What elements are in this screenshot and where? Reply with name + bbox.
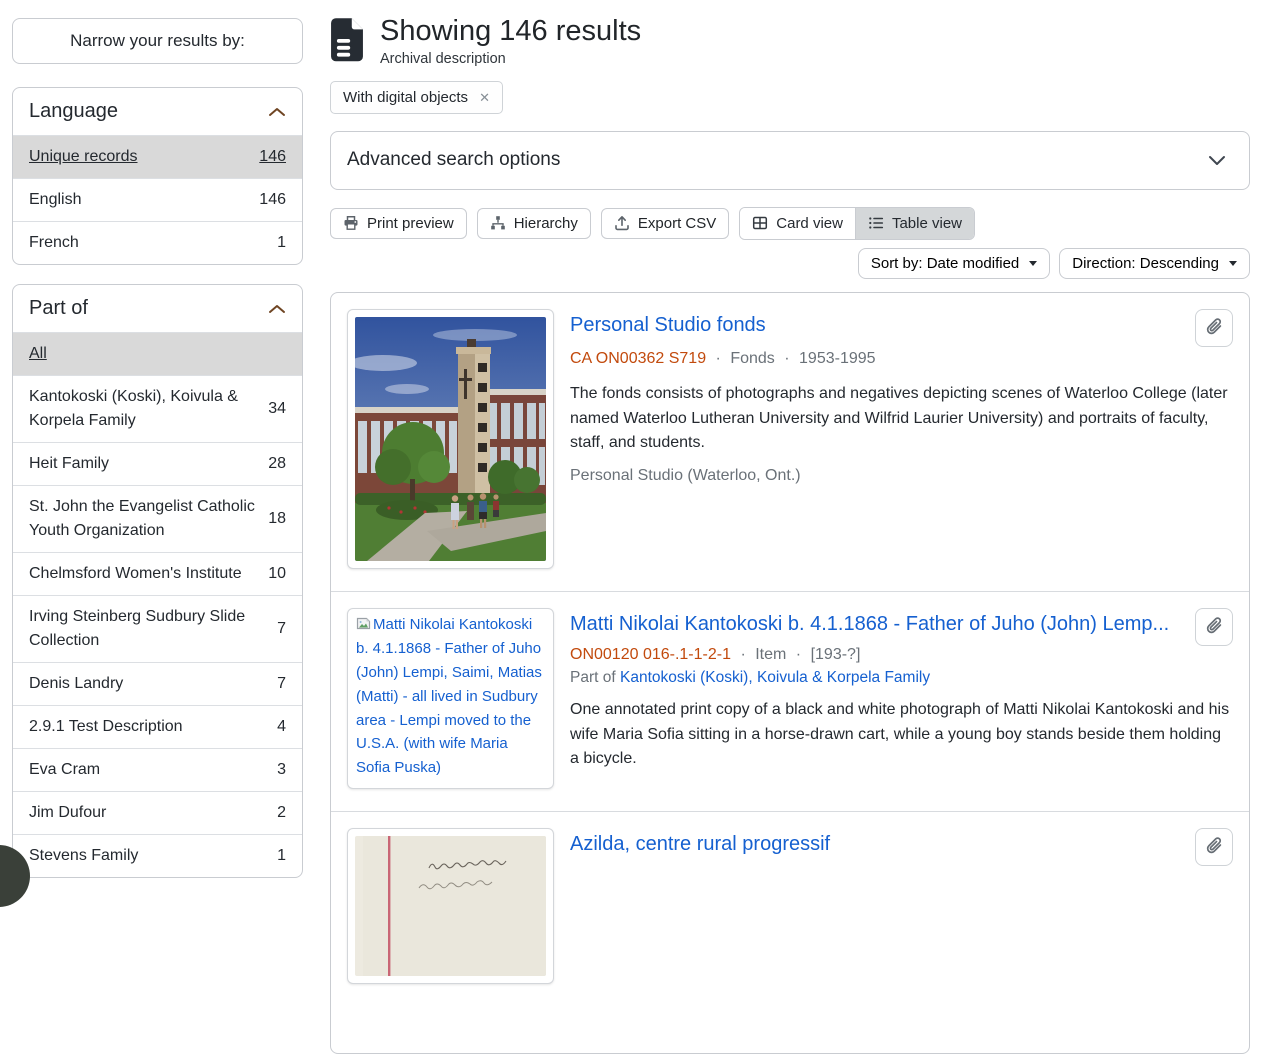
result-meta: ON00120 016-.1-1-2-1 · Item · [193-?] (570, 646, 1231, 664)
facet-part-of-header[interactable]: Part of (13, 285, 302, 332)
results-main: Showing 146 results Archival description… (330, 14, 1250, 1054)
facet-item-chelmsford[interactable]: Chelmsford Women's Institute 10 (13, 552, 302, 595)
export-upload-icon (614, 215, 630, 231)
facet-item-st-john[interactable]: St. John the Evangelist Catholic Youth O… (13, 485, 302, 552)
part-of-link[interactable]: Kantokoski (Koski), Koivula & Korpela Fa… (620, 669, 930, 686)
facet-item-heit-family[interactable]: Heit Family 28 (13, 442, 302, 485)
creator-name: Personal Studio (Waterloo, Ont.) (570, 467, 1231, 485)
narrow-results-label: Narrow your results by: (70, 31, 245, 51)
result-title-link[interactable]: Azilda, centre rural progressif (570, 832, 1231, 857)
facet-item-french[interactable]: French 1 (13, 221, 302, 264)
card-view-button[interactable]: Card view (740, 208, 855, 239)
date-range: 1953-1995 (799, 350, 876, 367)
advanced-search-panel[interactable]: Advanced search options (330, 131, 1250, 190)
result-item-matti-kantokoski: Matti Nikolai Kantokoski b. 4.1.1868 - F… (331, 591, 1249, 811)
facet-item-denis-landry[interactable]: Denis Landry 7 (13, 662, 302, 705)
table-list-icon (868, 215, 884, 231)
facet-language-header[interactable]: Language (13, 88, 302, 135)
facet-item-unique-records[interactable]: Unique records 146 (13, 135, 302, 178)
level-of-description: Item (755, 646, 786, 663)
result-item-azilda: Azilda, centre rural progressif (331, 811, 1249, 1006)
facet-language: Language Unique records 146 English 146 … (12, 87, 303, 265)
attachment-button[interactable] (1195, 828, 1233, 866)
chevron-down-icon (1207, 154, 1227, 167)
scope-content: One annotated print copy of a black and … (570, 698, 1231, 772)
hierarchy-tree-icon (490, 215, 506, 231)
result-item-personal-studio: Personal Studio fonds CA ON00362 S719 · … (331, 293, 1249, 591)
thumbnail-alt-text: Matti Nikolai Kantokoski b. 4.1.1868 - F… (356, 616, 542, 776)
facet-item-english[interactable]: English 146 (13, 178, 302, 221)
sort-controls: Sort by: Date modified Direction: Descen… (330, 248, 1250, 279)
facet-item-all[interactable]: All (13, 332, 302, 375)
page-subtitle: Archival description (380, 51, 641, 67)
result-title-link[interactable]: Matti Nikolai Kantokoski b. 4.1.1868 - F… (570, 612, 1210, 637)
facet-language-title: Language (29, 100, 118, 123)
archival-description-icon (330, 17, 364, 62)
view-toggle-group: Card view Table view (739, 207, 975, 240)
results-toolbar: Print preview Hierarchy Export CSV Card … (330, 207, 1250, 240)
advanced-search-label: Advanced search options (347, 149, 560, 171)
result-thumbnail-missing[interactable]: Matti Nikolai Kantokoski b. 4.1.1868 - F… (347, 608, 554, 789)
table-view-button[interactable]: Table view (855, 208, 974, 239)
page-header: Showing 146 results Archival description (330, 14, 1250, 67)
paperclip-icon (1205, 318, 1224, 337)
facet-item-stevens-family[interactable]: Stevens Family 1 (13, 834, 302, 877)
chevron-up-icon (268, 303, 286, 315)
results-list: Personal Studio fonds CA ON00362 S719 · … (330, 292, 1250, 1054)
broken-image-icon (356, 614, 371, 638)
caret-down-icon (1229, 261, 1237, 266)
close-icon[interactable]: ✕ (479, 91, 490, 104)
paperclip-icon (1205, 617, 1224, 636)
attachment-button[interactable] (1195, 608, 1233, 646)
facet-part-of: Part of All Kantokoski (Koski), Koivula … (12, 284, 303, 878)
caret-down-icon (1029, 261, 1037, 266)
sort-by-dropdown[interactable]: Sort by: Date modified (858, 248, 1050, 279)
result-title-link[interactable]: Personal Studio fonds (570, 313, 1231, 338)
facet-item-jim-dufour[interactable]: Jim Dufour 2 (13, 791, 302, 834)
result-meta: CA ON00362 S719 · Fonds · 1953-1995 (570, 350, 1231, 368)
result-thumbnail-manuscript[interactable] (347, 828, 554, 984)
paperclip-icon (1205, 837, 1224, 856)
attachment-button[interactable] (1195, 309, 1233, 347)
export-csv-button[interactable]: Export CSV (601, 208, 729, 239)
chevron-up-icon (268, 106, 286, 118)
print-preview-button[interactable]: Print preview (330, 208, 467, 239)
facet-part-of-title: Part of (29, 297, 88, 320)
facet-sidebar: Narrow your results by: Language Unique … (12, 18, 303, 897)
facet-item-kantokoski[interactable]: Kantokoski (Koski), Koivula & Korpela Fa… (13, 375, 302, 442)
reference-code: CA ON00362 S719 (570, 350, 706, 367)
narrow-results-heading: Narrow your results by: (12, 18, 303, 64)
facet-item-irving-steinberg[interactable]: Irving Steinberg Sudbury Slide Collectio… (13, 595, 302, 662)
reference-code: ON00120 016-.1-1-2-1 (570, 646, 731, 663)
direction-dropdown[interactable]: Direction: Descending (1059, 248, 1250, 279)
filter-tag-label: With digital objects (343, 89, 468, 106)
printer-icon (343, 215, 359, 231)
part-of-line: Part of Kantokoski (Koski), Koivula & Ko… (570, 669, 1231, 687)
card-grid-icon (752, 215, 768, 231)
date-range: [193-?] (811, 646, 861, 663)
facet-item-eva-cram[interactable]: Eva Cram 3 (13, 748, 302, 791)
result-thumbnail-waterloo-college[interactable] (347, 309, 554, 569)
scope-content: The fonds consists of photographs and ne… (570, 382, 1231, 456)
hierarchy-button[interactable]: Hierarchy (477, 208, 591, 239)
page-title: Showing 146 results (380, 14, 641, 49)
facet-item-test-description[interactable]: 2.9.1 Test Description 4 (13, 705, 302, 748)
filter-tag-digital-objects: With digital objects ✕ (330, 81, 503, 114)
level-of-description: Fonds (730, 350, 774, 367)
